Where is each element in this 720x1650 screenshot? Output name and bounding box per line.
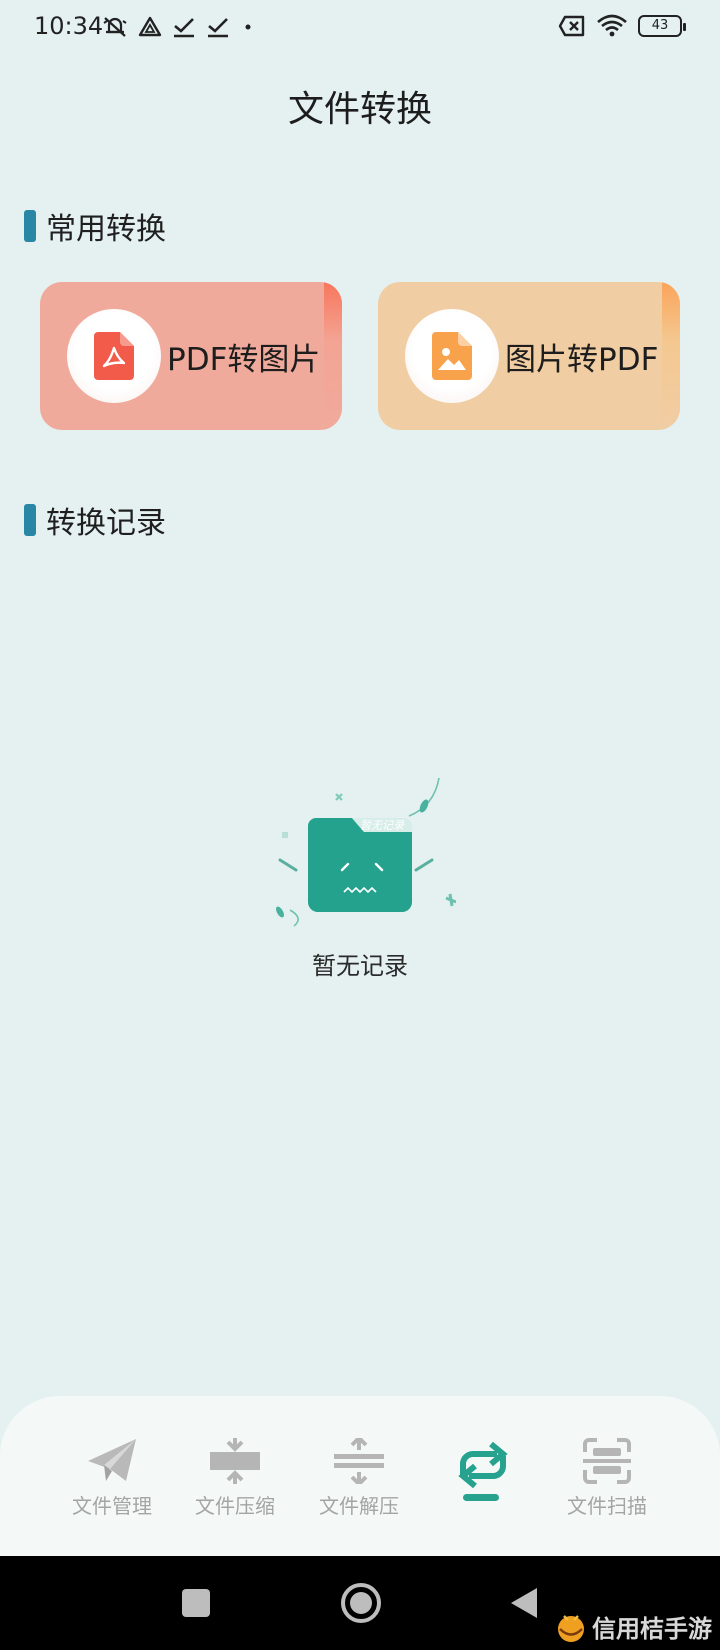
card-edge bbox=[662, 282, 680, 430]
tab-file-compress[interactable]: 文件压缩 bbox=[180, 1436, 290, 1519]
image-icon-circle bbox=[405, 309, 499, 403]
scan-icon bbox=[583, 1438, 631, 1484]
section-title-records-text: 转换记录 bbox=[46, 506, 166, 541]
home-button[interactable] bbox=[336, 1556, 386, 1650]
section-title-common-text: 常用转换 bbox=[46, 212, 166, 247]
mute-bell-icon bbox=[103, 17, 127, 37]
drive-icon bbox=[138, 16, 162, 37]
tab-file-manage[interactable]: 文件管理 bbox=[57, 1436, 167, 1519]
section-marker bbox=[24, 210, 36, 242]
tab-file-scan-label: 文件扫描 bbox=[567, 1494, 647, 1518]
download-check-icon bbox=[208, 18, 228, 38]
pdf-icon-circle bbox=[67, 309, 161, 403]
empty-folder-icon: 暂无记录 bbox=[276, 777, 456, 927]
back-button[interactable] bbox=[504, 1556, 544, 1650]
tab-file-decompress[interactable]: 文件解压 bbox=[304, 1436, 414, 1519]
empty-badge-text: 暂无记录 bbox=[360, 819, 405, 832]
image-to-pdf-label: 图片转PDF bbox=[505, 341, 659, 378]
paper-plane-icon bbox=[88, 1439, 136, 1481]
compress-icon bbox=[210, 1438, 260, 1484]
pdf-to-image-label: PDF转图片 bbox=[167, 341, 321, 378]
image-to-pdf-card[interactable]: 图片转PDF bbox=[378, 282, 680, 430]
wifi-icon bbox=[597, 14, 627, 37]
page-title: 文件转换 bbox=[287, 89, 432, 130]
tab-file-manage-label: 文件管理 bbox=[72, 1494, 152, 1518]
sim-off-icon bbox=[558, 15, 585, 37]
status-bar: 10:34 43 bbox=[0, 0, 720, 56]
card-edge bbox=[324, 282, 342, 430]
square-icon bbox=[182, 1589, 210, 1617]
tab-file-scan[interactable]: 文件扫描 bbox=[552, 1436, 662, 1519]
tab-file-convert[interactable] bbox=[428, 1436, 538, 1506]
section-title-records: 转换记录 bbox=[24, 498, 166, 542]
decompress-icon bbox=[334, 1438, 384, 1484]
home-circle-icon bbox=[341, 1583, 381, 1623]
status-time: 10:34 bbox=[34, 12, 104, 40]
system-nav-bar: 信用桔手游 bbox=[0, 1556, 720, 1650]
download-check-icon bbox=[174, 18, 194, 38]
watermark-text: 信用桔手游 bbox=[592, 1614, 712, 1643]
empty-state-text: 暂无记录 bbox=[312, 952, 408, 980]
bottom-tab-bar: 文件管理 文件压缩 文件解压 文件扫描 bbox=[0, 1396, 720, 1556]
tab-file-decompress-label: 文件解压 bbox=[319, 1494, 399, 1518]
back-triangle-icon bbox=[511, 1588, 537, 1618]
status-icons-right: 43 bbox=[558, 14, 686, 38]
image-file-icon bbox=[432, 332, 472, 380]
dot-icon bbox=[245, 24, 251, 30]
convert-icon bbox=[458, 1441, 508, 1501]
section-marker bbox=[24, 504, 36, 536]
pdf-file-icon bbox=[94, 332, 134, 380]
recent-apps-button[interactable] bbox=[170, 1556, 222, 1650]
section-title-common: 常用转换 bbox=[24, 204, 166, 248]
watermark-logo-icon bbox=[558, 1614, 584, 1642]
tab-file-compress-label: 文件压缩 bbox=[195, 1494, 275, 1518]
watermark: 信用桔手游 bbox=[554, 1609, 712, 1644]
pdf-to-image-card[interactable]: PDF转图片 bbox=[40, 282, 342, 430]
status-icons-left bbox=[102, 14, 256, 40]
battery-icon: 43 bbox=[638, 15, 686, 37]
